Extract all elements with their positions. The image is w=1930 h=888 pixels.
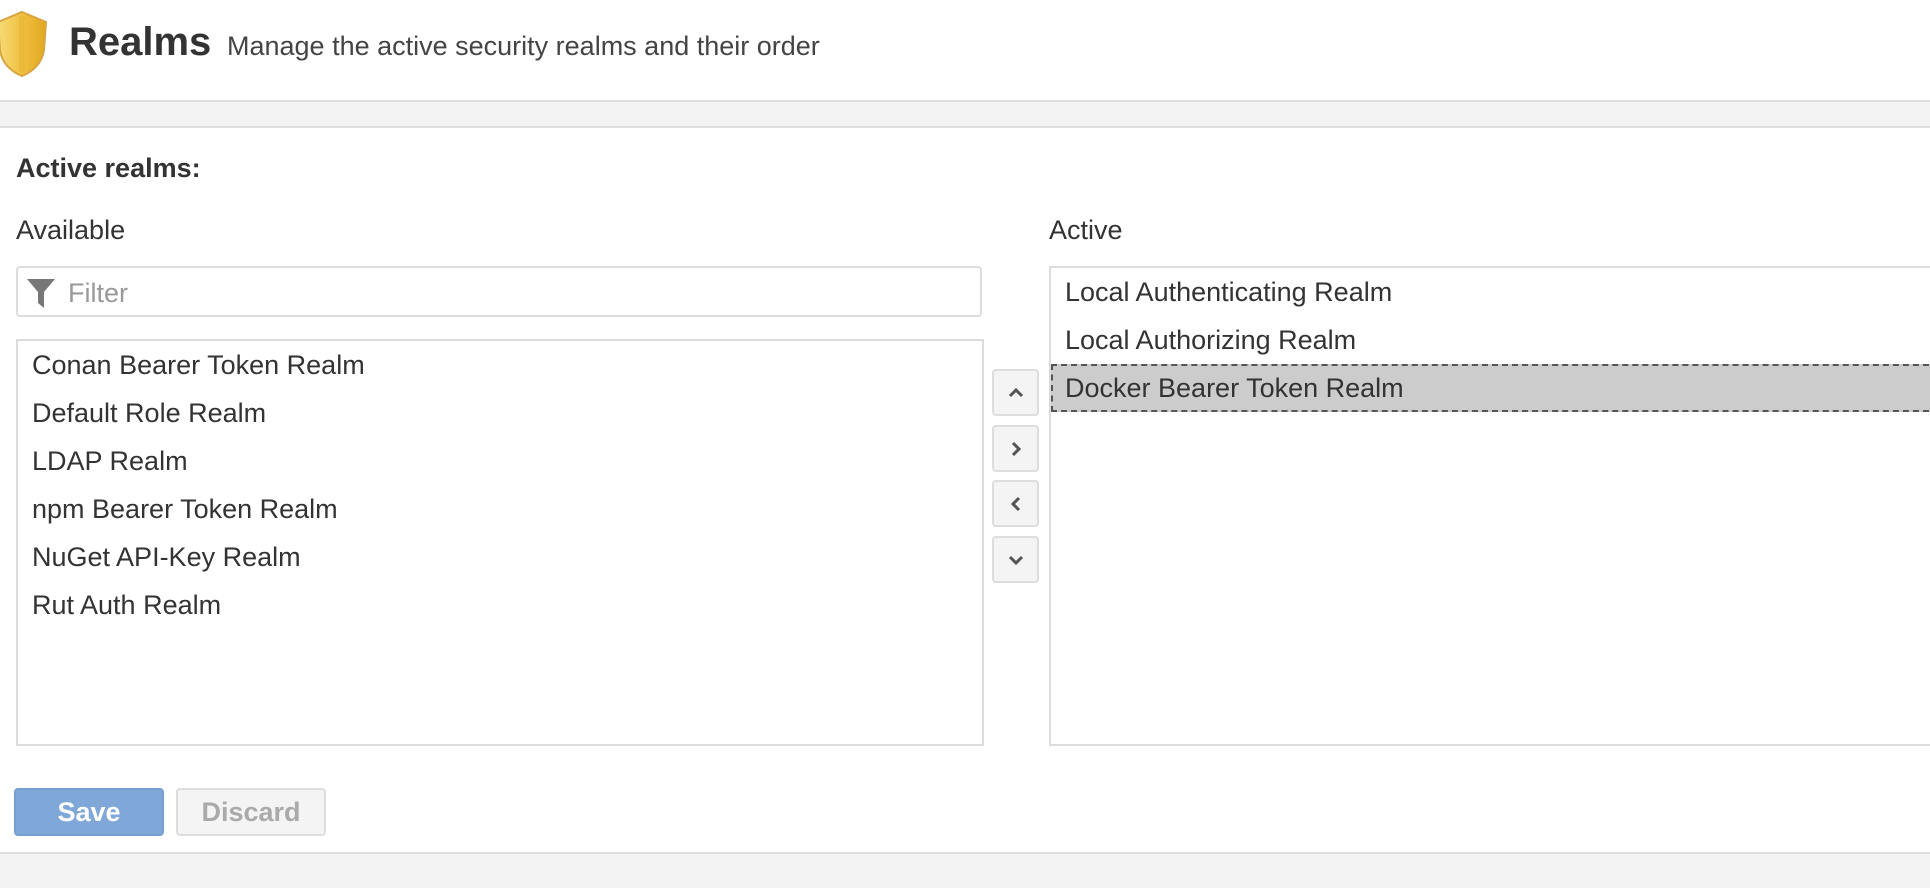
list-item[interactable]: NuGet API-Key Realm: [18, 533, 982, 581]
move-down-button[interactable]: [992, 536, 1039, 583]
move-up-button[interactable]: [992, 369, 1039, 416]
chevron-right-icon: [1011, 441, 1021, 456]
page-title: Realms: [69, 20, 212, 64]
list-item[interactable]: Local Authenticating Realm: [1051, 268, 1930, 316]
filter-icon: [27, 279, 55, 308]
available-list[interactable]: Conan Bearer Token Realm Default Role Re…: [16, 339, 984, 746]
add-to-active-button[interactable]: [992, 425, 1039, 472]
section-title: Active realms:: [16, 153, 201, 183]
active-list[interactable]: Local Authenticating Realm Local Authori…: [1049, 266, 1930, 746]
header-band: [0, 102, 1930, 128]
chevron-down-icon: [1008, 555, 1023, 565]
list-item[interactable]: Local Authorizing Realm: [1051, 316, 1930, 364]
active-label: Active: [1049, 215, 1123, 245]
chevron-left-icon: [1010, 496, 1020, 511]
list-item[interactable]: Default Role Realm: [18, 389, 982, 437]
discard-button[interactable]: Discard: [176, 788, 326, 836]
available-label: Available: [16, 215, 126, 245]
remove-from-active-button[interactable]: [992, 480, 1039, 527]
page-subtitle: Manage the active security realms and th…: [227, 31, 820, 61]
filter-input[interactable]: [66, 272, 970, 314]
save-button[interactable]: Save: [14, 788, 164, 836]
list-item[interactable]: npm Bearer Token Realm: [18, 485, 982, 533]
chevron-up-icon: [1008, 387, 1023, 397]
list-item[interactable]: Rut Auth Realm: [18, 581, 982, 629]
shield-icon: [0, 10, 48, 78]
page-header: Realms Manage the active security realms…: [0, 0, 1930, 102]
list-item-selected[interactable]: Docker Bearer Token Realm: [1051, 364, 1930, 412]
filter-field[interactable]: [16, 266, 982, 317]
list-item[interactable]: LDAP Realm: [18, 437, 982, 485]
list-item[interactable]: Conan Bearer Token Realm: [18, 341, 982, 389]
footer-band: [0, 852, 1930, 888]
